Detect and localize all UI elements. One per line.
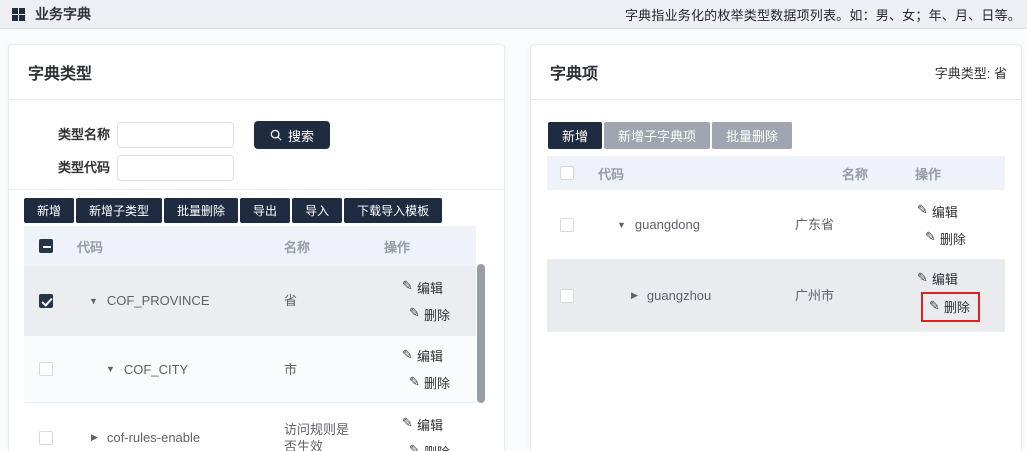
dict-type-panel: 字典类型 类型名称 搜索 类型代码 新增 新增子类型 批量删除 导出 导入 下载…: [8, 44, 505, 451]
delete-button[interactable]: ✎ 删除: [409, 442, 450, 451]
code-column-header: 代码: [64, 237, 269, 256]
name-column-header: 名称: [835, 164, 915, 183]
edit-button[interactable]: ✎ 编辑: [402, 278, 443, 297]
download-template-button[interactable]: 下载导入模板: [344, 198, 442, 223]
table-row-guangzhou[interactable]: ▶ guangzhou 广州市 ✎ 编辑 ✎ 删除: [547, 260, 1005, 332]
row-code: COF_PROVINCE: [107, 293, 210, 308]
ops-column-header: 操作: [369, 237, 476, 256]
top-bar: 业务字典 字典指业务化的枚举类型数据项列表。如：男、女；年、月、日等。: [0, 0, 1027, 29]
page-title: 业务字典: [35, 4, 91, 24]
table-row-guangdong[interactable]: ▼ guangdong 广东省 ✎ 编辑 ✎ 删除: [547, 190, 1005, 260]
dict-type-panel-header: 字典类型: [9, 45, 504, 100]
row-checkbox[interactable]: [560, 218, 574, 232]
add-button[interactable]: 新增: [24, 198, 74, 223]
page-description: 字典指业务化的枚举类型数据项列表。如：男、女；年、月、日等。: [625, 5, 1021, 24]
row-code: COF_CITY: [124, 362, 188, 377]
pen-icon: ✎: [409, 442, 420, 451]
row-code: cof-rules-enable: [107, 430, 200, 445]
delete-button[interactable]: ✎ 删除: [409, 305, 450, 324]
row-name: 省: [269, 292, 369, 309]
row-name: 访问规则是否生效: [269, 421, 369, 451]
pen-icon: ✎: [402, 347, 413, 363]
dict-item-table: 代码 名称 操作 ▼ guangdong 广东省 ✎ 编辑 ✎ 删除: [547, 156, 1005, 332]
row-checkbox[interactable]: [39, 362, 53, 376]
ops-column-header: 操作: [915, 164, 1005, 183]
export-button[interactable]: 导出: [240, 198, 290, 223]
current-type-label: 字典类型: 省: [935, 63, 1007, 82]
expand-arrow-icon[interactable]: ▼: [106, 364, 115, 374]
row-checkbox[interactable]: [560, 289, 574, 303]
apps-grid-icon[interactable]: [12, 8, 25, 21]
add-subtype-button[interactable]: 新增子类型: [76, 198, 162, 223]
row-code: guangzhou: [647, 288, 711, 303]
type-name-label: 类型名称: [29, 122, 117, 148]
dict-item-title: 字典项: [550, 60, 598, 84]
delete-button[interactable]: ✎ 删除: [929, 297, 970, 316]
type-code-input[interactable]: [117, 155, 234, 181]
pen-icon: ✎: [917, 202, 928, 218]
row-code: guangdong: [635, 217, 700, 232]
pen-icon: ✎: [917, 270, 928, 286]
dict-type-table-header: 代码 名称 操作: [24, 226, 476, 266]
row-checkbox[interactable]: [39, 294, 53, 308]
pen-icon: ✎: [929, 298, 940, 314]
edit-button[interactable]: ✎ 编辑: [402, 346, 443, 365]
table-scrollbar[interactable]: [477, 264, 485, 403]
type-name-input[interactable]: [117, 122, 234, 148]
dict-item-toolbar: 新增 新增子字典项 批量删除: [548, 122, 1021, 149]
dict-type-toolbar: 新增 新增子类型 批量删除 导出 导入 下载导入模板: [24, 198, 504, 223]
dict-type-table: 代码 名称 操作 ▼ COF_PROVINCE 省 ✎ 编辑 ✎ 删除: [24, 226, 476, 451]
import-button[interactable]: 导入: [292, 198, 342, 223]
table-row-cof-city[interactable]: ▼ COF_CITY 市 ✎ 编辑 ✎ 删除: [24, 336, 476, 403]
delete-button[interactable]: ✎ 删除: [925, 229, 966, 248]
name-column-header: 名称: [269, 237, 369, 256]
dict-item-table-header: 代码 名称 操作: [547, 156, 1005, 190]
pen-icon: ✎: [925, 229, 936, 245]
row-checkbox[interactable]: [39, 431, 53, 445]
dict-item-panel: 字典项 字典类型: 省 新增 新增子字典项 批量删除 代码 名称 操作 ▼ gu…: [530, 44, 1022, 451]
select-all-checkbox[interactable]: [39, 239, 53, 253]
search-button[interactable]: 搜索: [254, 121, 330, 149]
add-subitem-button[interactable]: 新增子字典项: [604, 122, 710, 149]
form-divider: [9, 189, 504, 190]
dict-type-title: 字典类型: [28, 60, 92, 84]
table-row-cof-rules-enable[interactable]: ▶ cof-rules-enable 访问规则是否生效 ✎ 编辑 ✎ 删除: [24, 403, 476, 451]
search-form: 类型名称 搜索 类型代码: [9, 100, 504, 181]
edit-button[interactable]: ✎ 编辑: [917, 269, 958, 288]
add-item-button[interactable]: 新增: [548, 122, 602, 149]
code-column-header: 代码: [587, 164, 835, 183]
type-code-label: 类型代码: [29, 155, 117, 181]
pen-icon: ✎: [409, 305, 420, 321]
row-name: 广州市: [795, 287, 915, 304]
dict-item-panel-header: 字典项 字典类型: 省: [531, 45, 1021, 100]
search-icon: [270, 129, 282, 141]
pen-icon: ✎: [402, 415, 413, 431]
select-all-checkbox[interactable]: [560, 166, 574, 180]
expand-arrow-icon[interactable]: ▼: [617, 220, 626, 230]
expand-arrow-icon[interactable]: ▶: [631, 290, 638, 301]
batch-delete-items-button[interactable]: 批量删除: [712, 122, 792, 149]
pen-icon: ✎: [409, 374, 420, 390]
edit-button[interactable]: ✎ 编辑: [917, 202, 958, 221]
edit-button[interactable]: ✎ 编辑: [402, 415, 443, 434]
search-button-label: 搜索: [288, 126, 314, 145]
delete-button[interactable]: ✎ 删除: [409, 373, 450, 392]
delete-highlight-box: ✎ 删除: [921, 292, 980, 322]
pen-icon: ✎: [402, 278, 413, 294]
expand-arrow-icon[interactable]: ▼: [89, 296, 98, 306]
table-row-cof-province[interactable]: ▼ COF_PROVINCE 省 ✎ 编辑 ✎ 删除: [24, 266, 476, 336]
row-name: 市: [269, 361, 369, 378]
expand-arrow-icon[interactable]: ▶: [91, 432, 98, 443]
row-name: 广东省: [795, 216, 915, 233]
batch-delete-button[interactable]: 批量删除: [164, 198, 238, 223]
